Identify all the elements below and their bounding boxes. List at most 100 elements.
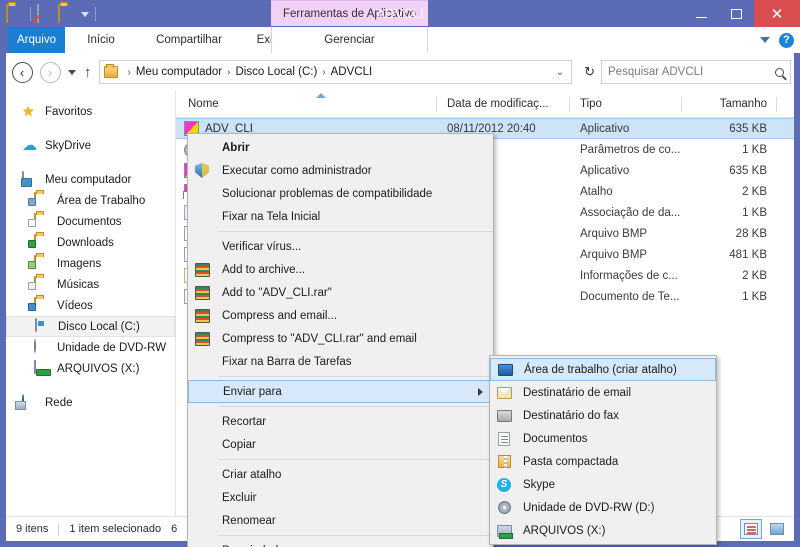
recent-locations-caret-icon[interactable] [68,69,76,75]
help-icon[interactable]: ? [779,32,794,48]
large-icons-view-icon[interactable] [766,519,788,539]
document-icon [494,430,514,448]
chevron-down-icon[interactable] [760,37,770,43]
sidebar-item-meu-computador[interactable]: Meu computador [6,169,175,190]
desktop-folder-icon [28,192,51,208]
column-header-data[interactable]: Data de modificaç... [437,91,570,118]
sidebar-item-skydrive[interactable]: ☁ SkyDrive [6,135,175,156]
sidebar-item-label: Meu computador [45,173,132,186]
menu-item-label: Copiar [222,438,256,451]
sub-destinatario-fax[interactable]: Destinatário do fax [490,404,716,427]
ctx-propriedades[interactable]: Propriedades [188,539,493,547]
sidebar-item-label: Vídeos [57,299,93,312]
minimize-button[interactable] [684,0,719,27]
sidebar-item-disco-local-c[interactable]: Disco Local (C:) [6,316,175,337]
sidebar-item-label: Disco Local (C:) [58,320,140,333]
sidebar-item-documentos[interactable]: Documentos [6,211,175,232]
tab-compartilhar[interactable]: Compartilhar [137,27,241,53]
monitor-icon [495,361,515,379]
sidebar-item-area-de-trabalho[interactable]: Área de Trabalho [6,190,175,211]
ctx-excluir[interactable]: Excluir [188,486,493,509]
column-header-tamanho[interactable]: Tamanho [682,91,777,118]
menu-item-label: Fixar na Barra de Tarefas [222,355,352,368]
sub-dvd-rw[interactable]: Unidade de DVD-RW (D:) [490,496,716,519]
ctx-fixar-tela-inicial[interactable]: Fixar na Tela Inicial [188,205,493,228]
ctx-solucionar-compat[interactable]: Solucionar problemas de compatibilidade [188,182,493,205]
folder-icon[interactable] [6,4,24,23]
breadcrumb-item-1[interactable]: Disco Local (C:) [235,66,317,78]
sidebar-item-imagens[interactable]: Imagens [6,253,175,274]
sub-pasta-compactada[interactable]: Pasta compactada [490,450,716,473]
tab-gerenciar[interactable]: Gerenciar [271,27,428,53]
sub-documentos[interactable]: Documentos [490,427,716,450]
blank-icon [192,436,212,454]
blank-icon [192,512,212,530]
sidebar-item-rede[interactable]: Rede [6,392,175,413]
search-input[interactable]: Pesquisar ADVCLI [608,66,775,78]
sidebar-item-musicas[interactable]: Músicas [6,274,175,295]
new-folder-icon[interactable] [58,4,76,23]
selection-size: 6 [171,523,178,535]
menu-divider [218,376,493,377]
file-type: Aplicativo [580,164,630,177]
file-size: 1 KB [742,143,767,156]
blank-icon [192,413,212,431]
menu-item-label: Documentos [523,432,588,445]
sidebar-item-arquivos-x[interactable]: ARQUIVOS (X:) [6,358,175,379]
sidebar-item-favoritos[interactable]: ★ Favoritos [6,101,175,122]
blank-icon [192,542,212,547]
details-view-icon[interactable] [740,519,762,539]
sidebar-item-videos[interactable]: Vídeos [6,295,175,316]
videos-folder-icon [28,297,51,313]
ctx-add-to-rar[interactable]: Add to "ADV_CLI.rar" [188,281,493,304]
ctx-copiar[interactable]: Copiar [188,433,493,456]
ctx-compress-to-rar-email[interactable]: Compress to "ADV_CLI.rar" and email [188,327,493,350]
menu-item-label: Compress and email... [222,309,338,322]
breadcrumb-item-2[interactable]: ADVCLI [331,66,373,78]
sub-skype[interactable]: S Skype [490,473,716,496]
sub-destinatario-email[interactable]: Destinatário de email [490,381,716,404]
forward-button[interactable]: › [38,60,62,84]
tab-arquivo[interactable]: Arquivo [8,27,65,53]
back-button[interactable]: ‹ [10,60,34,84]
address-bar: ‹ › ↑ › Meu computador › Disco Local (C:… [6,53,794,91]
sub-arquivos-x[interactable]: ARQUIVOS (X:) [490,519,716,542]
sub-area-trabalho[interactable]: Área de trabalho (criar atalho) [490,358,716,381]
sidebar-item-downloads[interactable]: Downloads [6,232,175,253]
ctx-verificar-virus[interactable]: Verificar vírus... [188,235,493,258]
breadcrumb-item-0[interactable]: Meu computador [136,66,222,78]
ctx-add-archive[interactable]: Add to archive... [188,258,493,281]
column-headers: Nome Data de modificaç... Tipo Tamanho [176,91,794,118]
ctx-abrir[interactable]: Abrir [188,136,493,159]
breadcrumb-dropdown-icon[interactable]: ⌄ [549,67,571,78]
ctx-fixar-barra-tarefas[interactable]: Fixar na Barra de Tarefas [188,350,493,373]
maximize-button[interactable] [719,0,754,27]
breadcrumb[interactable]: › Meu computador › Disco Local (C:) › AD… [98,60,573,84]
ctx-compress-email[interactable]: Compress and email... [188,304,493,327]
customize-caret-icon[interactable] [81,11,89,17]
blank-icon [192,208,212,226]
refresh-button[interactable]: ↻ [578,64,601,80]
blank-icon [192,466,212,484]
tab-inicio[interactable]: Início [65,27,137,53]
menu-item-label: Pasta compactada [523,455,619,468]
up-button[interactable]: ↑ [84,64,92,81]
blank-icon [193,383,213,401]
menu-item-label: Executar como administrador [222,164,372,177]
column-header-nome[interactable]: Nome [176,91,437,118]
properties-icon[interactable] [37,4,55,23]
file-size: 2 KB [742,185,767,198]
menu-item-label: Renomear [222,514,276,527]
ctx-executar-admin[interactable]: Executar como administrador [188,159,493,182]
ctx-recortar[interactable]: Recortar [188,410,493,433]
ctx-renomear[interactable]: Renomear [188,509,493,532]
computer-icon [22,171,39,187]
ctx-enviar-para[interactable]: Enviar para [188,380,493,403]
sidebar-item-unidade-dvd-rw[interactable]: Unidade de DVD-RW [6,337,175,358]
network-drive-icon [34,360,51,376]
search-box[interactable]: Pesquisar ADVCLI [601,60,791,84]
ctx-criar-atalho[interactable]: Criar atalho [188,463,493,486]
close-button[interactable]: ✕ [754,0,800,27]
column-header-tipo[interactable]: Tipo [570,91,682,118]
menu-item-label: Enviar para [223,385,282,398]
